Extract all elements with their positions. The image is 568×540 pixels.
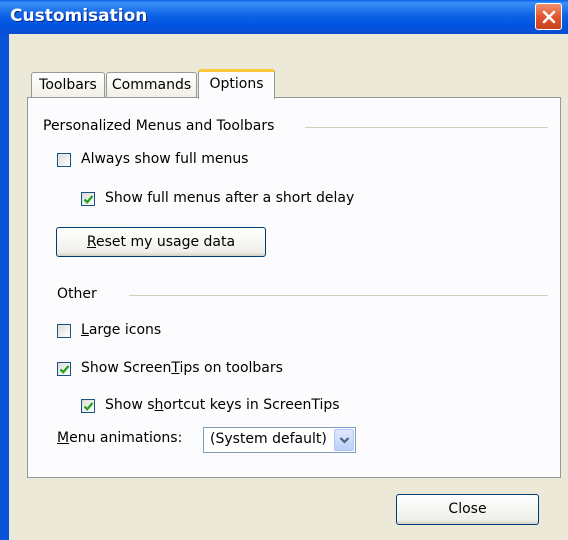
shortcut-keys-checkbox[interactable] (81, 399, 95, 413)
menu-animations-dropdown-button[interactable] (334, 429, 354, 451)
chevron-down-icon (339, 437, 350, 444)
other-heading: Other (57, 286, 97, 302)
reset-usage-data-button[interactable]: Reset my usage data (56, 227, 266, 257)
tab-toolbars-label: Toolbars (39, 77, 97, 93)
checkmark-icon (83, 402, 94, 411)
customisation-dialog: Customisation Toolbars Commands Options … (0, 0, 568, 540)
shortcut-keys-label-post: ortcut keys in ScreenTips (163, 397, 340, 413)
personalized-heading: Personalized Menus and Toolbars (43, 118, 275, 134)
reset-accel-key: R (86, 234, 97, 250)
always-show-full-menus-label[interactable]: Always show full menus (81, 151, 248, 167)
shortcut-keys-label[interactable]: Show shortcut keys in ScreenTips (105, 397, 340, 413)
large-icons-label-text: arge icons (88, 322, 162, 338)
tab-options-label: Options (209, 76, 264, 92)
large-icons-checkbox[interactable] (57, 324, 71, 338)
menu-animations-label-text: enu animations: (69, 430, 183, 446)
close-button-label: Close (448, 501, 487, 517)
checkmark-icon (59, 365, 70, 374)
show-after-delay-checkbox[interactable] (81, 192, 95, 206)
checkmark-icon (83, 195, 94, 204)
always-show-full-menus-checkbox[interactable] (57, 153, 71, 167)
menu-animations-accel-key: M (57, 430, 70, 446)
menu-animations-select[interactable]: (System default) (203, 427, 356, 453)
show-after-delay-label[interactable]: Show full menus after a short delay (105, 190, 354, 206)
menu-animations-label: Menu animations: (57, 430, 182, 446)
close-icon (542, 10, 556, 24)
large-icons-accel-key: L (81, 322, 89, 338)
title-bar[interactable]: Customisation (0, 0, 568, 34)
personalized-divider (305, 127, 548, 128)
tab-toolbars[interactable]: Toolbars (31, 72, 105, 98)
screentips-label[interactable]: Show ScreenTips on toolbars (81, 360, 283, 376)
close-button[interactable]: Close (396, 494, 539, 525)
screentips-label-pre: Show Screen (81, 360, 172, 376)
reset-button-label: eset my usage data (96, 234, 236, 250)
title-close-button[interactable] (535, 3, 562, 30)
screentips-label-post: ips on toolbars (179, 360, 283, 376)
tab-commands-label: Commands (111, 77, 192, 93)
other-divider (129, 295, 548, 296)
window-title: Customisation (10, 6, 148, 26)
screentips-checkbox[interactable] (57, 362, 71, 376)
window-frame-left (0, 34, 9, 540)
tab-options[interactable]: Options (198, 69, 275, 99)
menu-animations-value: (System default) (210, 431, 327, 447)
tab-commands[interactable]: Commands (106, 72, 197, 98)
shortcut-keys-label-pre: Show s (105, 397, 155, 413)
large-icons-label[interactable]: Large icons (81, 322, 161, 338)
